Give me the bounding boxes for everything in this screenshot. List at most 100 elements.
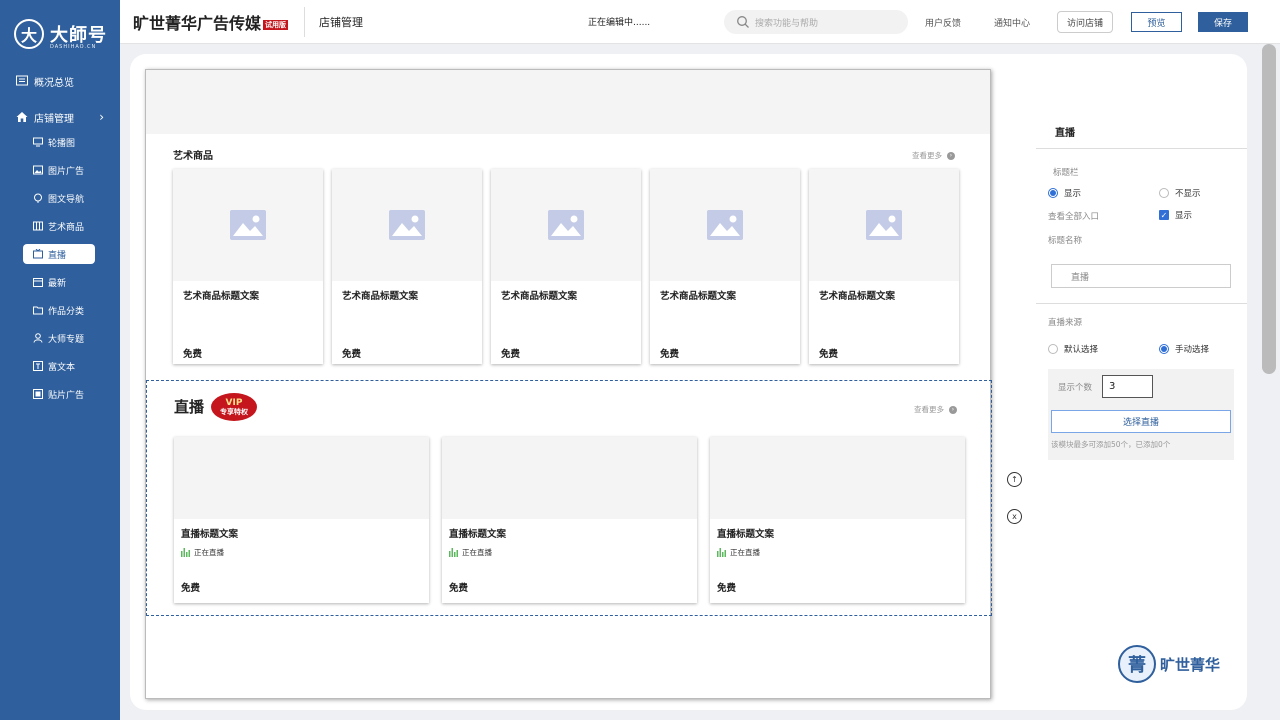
image-placeholder bbox=[442, 437, 697, 519]
editing-status: 正在编辑中...... bbox=[588, 18, 651, 28]
title-bar-label: 标题栏 bbox=[1053, 168, 1079, 178]
image-icon bbox=[389, 210, 425, 240]
view-all-checkbox[interactable]: ✓ 显示 bbox=[1159, 209, 1192, 221]
live-card[interactable]: 直播标题文案 正在直播 免费 bbox=[174, 437, 429, 603]
sidebar-item-categories[interactable]: 作品分类 bbox=[23, 300, 95, 320]
app-logo[interactable]: 大 大師号 DASHIHAO.CN bbox=[0, 0, 120, 68]
sidebar-item-latest[interactable]: 最新 bbox=[23, 272, 95, 292]
view-more-label: 查看更多 bbox=[914, 405, 944, 414]
sidebar-item-carousel[interactable]: 轮播图 bbox=[23, 132, 95, 152]
visit-store-button[interactable]: 访问店铺 bbox=[1057, 11, 1113, 33]
scrollbar[interactable] bbox=[1258, 44, 1280, 720]
sidebar-item-label: 轮播图 bbox=[48, 138, 76, 149]
sidebar-item-label: 富文本 bbox=[48, 362, 76, 373]
live-bars-icon bbox=[181, 548, 190, 557]
art-card-price: 免费 bbox=[660, 349, 680, 360]
checkbox-label: 显示 bbox=[1175, 211, 1193, 221]
title-bar-show-radio[interactable]: 显示 bbox=[1048, 187, 1081, 199]
search-placeholder: 搜索功能与帮助 bbox=[755, 18, 819, 29]
display-count-label: 显示个数 bbox=[1058, 383, 1093, 393]
art-card[interactable]: 艺术商品标题文案 免费 bbox=[491, 169, 641, 364]
art-card[interactable]: 艺术商品标题文案 免费 bbox=[809, 169, 959, 364]
title-bar-hide-radio[interactable]: 不显示 bbox=[1159, 187, 1201, 199]
sidebar-item-overlay-ad[interactable]: 贴片广告 bbox=[23, 384, 95, 404]
live-card-title: 直播标题文案 bbox=[181, 529, 239, 540]
banner-placeholder[interactable] bbox=[146, 70, 990, 134]
sticker-icon bbox=[33, 389, 43, 399]
user-icon bbox=[33, 333, 43, 343]
image-placeholder bbox=[650, 169, 800, 281]
art-card[interactable]: 艺术商品标题文案 免费 bbox=[332, 169, 482, 364]
folder-icon bbox=[33, 305, 43, 315]
choose-live-button[interactable]: 选择直播 bbox=[1051, 410, 1231, 433]
calendar-icon bbox=[33, 277, 43, 287]
art-card[interactable]: 艺术商品标题文案 免费 bbox=[173, 169, 323, 364]
image-placeholder bbox=[491, 169, 641, 281]
radio-label: 手动选择 bbox=[1175, 345, 1210, 355]
home-icon bbox=[16, 111, 28, 123]
image-icon bbox=[230, 210, 266, 240]
live-card-title: 直播标题文案 bbox=[717, 529, 775, 540]
brand-logo: 菁 旷世菁华 bbox=[1118, 645, 1220, 683]
live-view-more-link[interactable]: 查看更多 › bbox=[914, 404, 957, 415]
nav-store-management[interactable]: 店铺管理 › bbox=[0, 106, 120, 128]
logo-subtext: DASHIHAO.CN bbox=[50, 44, 97, 50]
live-card-title: 直播标题文案 bbox=[449, 529, 507, 540]
live-status: 正在直播 bbox=[449, 547, 492, 558]
tv-icon bbox=[33, 249, 43, 259]
nav-overview[interactable]: 概况总览 bbox=[0, 70, 120, 92]
live-card[interactable]: 直播标题文案 正在直播 免费 bbox=[442, 437, 697, 603]
checkbox-checked-icon: ✓ bbox=[1159, 210, 1169, 220]
art-card-price: 免费 bbox=[183, 349, 203, 360]
live-bars-icon bbox=[449, 548, 458, 557]
image-icon bbox=[866, 210, 902, 240]
sidebar-item-label: 大师专题 bbox=[48, 334, 85, 345]
brand-logo-mark: 菁 bbox=[1118, 645, 1156, 683]
title-name-input[interactable]: 直播 bbox=[1051, 264, 1231, 288]
brand-name: 旷世菁华广告传媒 bbox=[133, 13, 262, 33]
live-card[interactable]: 直播标题文案 正在直播 免费 bbox=[710, 437, 965, 603]
sidebar-item-label: 作品分类 bbox=[48, 306, 85, 317]
art-card-price: 免费 bbox=[342, 349, 362, 360]
module-limit-hint: 该模块最多可添加50个，已添加0个 bbox=[1051, 440, 1171, 449]
preview-button[interactable]: 预览 bbox=[1131, 12, 1182, 32]
display-count-input[interactable]: 3 bbox=[1102, 375, 1153, 398]
dashboard-icon bbox=[16, 75, 28, 87]
live-card-price: 免费 bbox=[181, 583, 201, 594]
search-input[interactable]: 搜索功能与帮助 bbox=[724, 10, 908, 34]
monitor-icon bbox=[33, 137, 43, 147]
sidebar-item-label: 贴片广告 bbox=[48, 390, 85, 401]
top-bar: 旷世菁华广告传媒 试用版 店铺管理 正在编辑中...... 搜索功能与帮助 用户反… bbox=[120, 0, 1280, 44]
art-view-more-link[interactable]: 查看更多 › bbox=[912, 150, 955, 161]
move-up-button[interactable]: ↑ bbox=[1007, 472, 1022, 487]
delete-module-button[interactable]: x bbox=[1007, 509, 1022, 524]
scrollbar-thumb[interactable] bbox=[1262, 44, 1276, 374]
live-card-price: 免费 bbox=[717, 583, 737, 594]
image-icon bbox=[33, 165, 43, 175]
sidebar-item-art-goods[interactable]: 艺术商品 bbox=[23, 216, 95, 236]
vip-badge: VIP 专享特权 bbox=[211, 393, 257, 421]
sidebar-item-live[interactable]: 直播 bbox=[23, 244, 95, 264]
sidebar-item-image-ad[interactable]: 图片广告 bbox=[23, 160, 95, 180]
trial-badge: 试用版 bbox=[263, 19, 289, 30]
live-bars-icon bbox=[717, 548, 726, 557]
live-module-selected[interactable]: 直播 VIP 专享特权 查看更多 › 直播标题文案 正在直播 免费 直播标题文案 … bbox=[146, 380, 992, 616]
breadcrumb[interactable]: 店铺管理 bbox=[319, 14, 363, 30]
art-card-title: 艺术商品标题文案 bbox=[660, 291, 737, 302]
nav-overview-label: 概况总览 bbox=[34, 77, 74, 89]
notification-center-link[interactable]: 通知中心 bbox=[994, 16, 1030, 29]
source-manual-radio[interactable]: 手动选择 bbox=[1159, 343, 1209, 355]
sidebar-item-rich-text[interactable]: 富文本 bbox=[23, 356, 95, 376]
title-name-label: 标题名称 bbox=[1048, 236, 1083, 246]
sidebar-item-master-topics[interactable]: 大师专题 bbox=[23, 328, 95, 348]
sidebar-item-graphic-nav[interactable]: 图文导航 bbox=[23, 188, 95, 208]
feedback-link[interactable]: 用户反馈 bbox=[925, 16, 961, 29]
art-card-price: 免费 bbox=[501, 349, 521, 360]
sidebar: 大 大師号 DASHIHAO.CN 概况总览 店铺管理 › 轮播图 图片广告 图… bbox=[0, 0, 120, 720]
source-default-radio[interactable]: 默认选择 bbox=[1048, 343, 1098, 355]
brand-title: 旷世菁华广告传媒 试用版 bbox=[133, 10, 289, 34]
radio-unchecked-icon bbox=[1048, 344, 1058, 354]
logo-mark: 大 bbox=[14, 19, 44, 49]
art-card[interactable]: 艺术商品标题文案 免费 bbox=[650, 169, 800, 364]
save-button[interactable]: 保存 bbox=[1198, 12, 1248, 32]
